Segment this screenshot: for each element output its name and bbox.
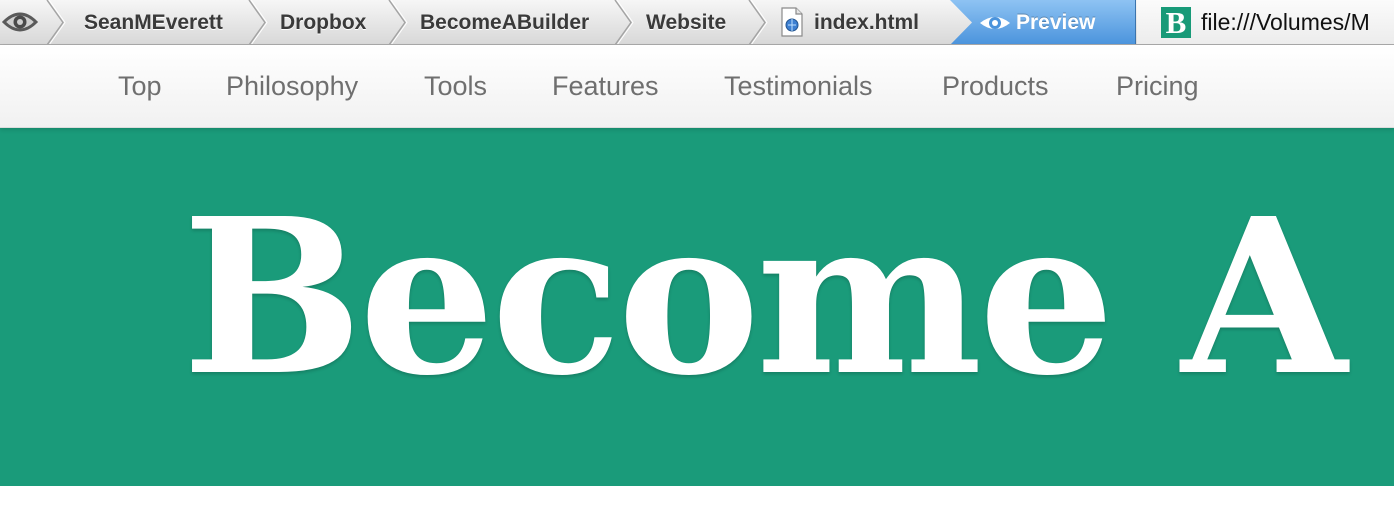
site-favicon: B: [1161, 7, 1191, 38]
path-crumb-dropbox[interactable]: Dropbox: [280, 0, 366, 44]
path-separator: [614, 0, 634, 44]
path-crumb-file-label: index.html: [814, 11, 920, 34]
hero-banner: Become A: [0, 128, 1394, 486]
nav-link-pricing[interactable]: Pricing: [1116, 45, 1199, 128]
path-crumb-website[interactable]: Website: [646, 0, 726, 44]
nav-link-products[interactable]: Products: [942, 45, 1049, 128]
nav-link-testimonials[interactable]: Testimonials: [724, 45, 873, 128]
path-separator: [46, 0, 66, 44]
path-crumb-file[interactable]: index.html: [780, 0, 940, 44]
nav-link-top[interactable]: Top: [118, 45, 162, 128]
path-separator: [388, 0, 408, 44]
path-crumb-user[interactable]: SeanMEverett: [84, 0, 223, 44]
path-separator: [748, 0, 768, 44]
path-separator: [248, 0, 268, 44]
path-bar: SeanMEverett Dropbox BecomeABuilder Webs…: [0, 0, 1394, 45]
nav-link-philosophy[interactable]: Philosophy: [226, 45, 358, 128]
nav-link-tools[interactable]: Tools: [424, 45, 487, 128]
preview-label: Preview: [1016, 11, 1096, 34]
html-file-icon: [781, 7, 803, 37]
nav-link-features[interactable]: Features: [552, 45, 659, 128]
eye-icon: [980, 17, 1010, 29]
url-text: file:///Volumes/M: [1201, 9, 1370, 35]
preview-tab[interactable]: Preview: [950, 0, 1136, 44]
url-field[interactable]: B file:///Volumes/M: [1137, 0, 1394, 44]
hero-title: Become A: [182, 172, 1347, 423]
path-crumb-project[interactable]: BecomeABuilder: [420, 0, 589, 44]
site-nav: Top Philosophy Tools Features Testimonia…: [0, 45, 1394, 128]
